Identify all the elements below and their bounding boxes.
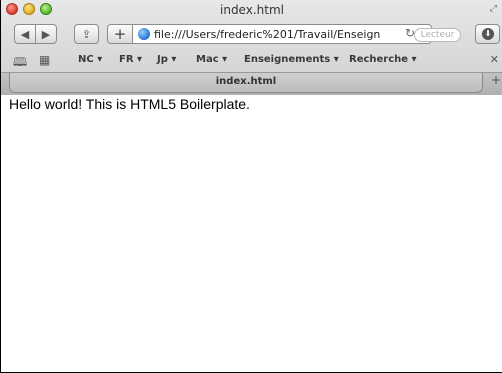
downloads-button[interactable]: ⬇ xyxy=(475,24,500,44)
bookmark-fr[interactable]: FR ▾ xyxy=(119,54,142,65)
bookmark-recherche[interactable]: Recherche ▾ xyxy=(349,54,417,65)
browser-chrome: index.html ⤢ ◀ ▶ ⇪ + file:///Users/frede… xyxy=(1,0,502,95)
title-bar: index.html ⤢ xyxy=(1,0,502,20)
open-book-icon[interactable]: 🕮 xyxy=(13,53,27,74)
browser-window: index.html ⤢ ◀ ▶ ⇪ + file:///Users/frede… xyxy=(0,0,502,373)
bookmark-nc[interactable]: NC ▾ xyxy=(78,54,102,65)
close-bookmarks-icon[interactable]: ✕ xyxy=(490,53,499,66)
bookmark-jp[interactable]: Jp ▾ xyxy=(157,54,176,65)
tab-label: index.html xyxy=(215,76,277,87)
url-text[interactable]: file:///Users/frederic%201/Travail/Ensei… xyxy=(154,28,380,41)
top-sites-grid-icon[interactable]: ▦ xyxy=(39,53,50,67)
toolbar: ◀ ▶ ⇪ + file:///Users/frederic%201/Trava… xyxy=(1,20,502,48)
add-bookmark-button[interactable]: + xyxy=(107,24,133,44)
bookmarks-bar: 🕮 ▦ NC ▾ FR ▾ Jp ▾ Mac ▾ Enseignements ▾… xyxy=(1,50,502,70)
back-button[interactable]: ◀ xyxy=(14,24,36,44)
address-bar[interactable]: file:///Users/frederic%201/Travail/Ensei… xyxy=(132,24,432,44)
globe-icon xyxy=(138,28,150,40)
window-title: index.html xyxy=(220,3,284,17)
downloads-icon: ⬇ xyxy=(482,28,494,40)
fullscreen-icon[interactable]: ⤢ xyxy=(490,4,497,14)
reader-button[interactable]: Lecteur xyxy=(414,28,461,42)
new-tab-button[interactable]: + xyxy=(489,73,502,93)
forward-button[interactable]: ▶ xyxy=(35,24,57,44)
bookmark-mac[interactable]: Mac ▾ xyxy=(196,54,227,65)
bookmark-enseignements[interactable]: Enseignements ▾ xyxy=(244,54,339,65)
page-content: Hello world! This is HTML5 Boilerplate. xyxy=(2,95,502,372)
share-button[interactable]: ⇪ xyxy=(74,24,99,44)
page-text: Hello world! This is HTML5 Boilerplate. xyxy=(9,96,250,112)
